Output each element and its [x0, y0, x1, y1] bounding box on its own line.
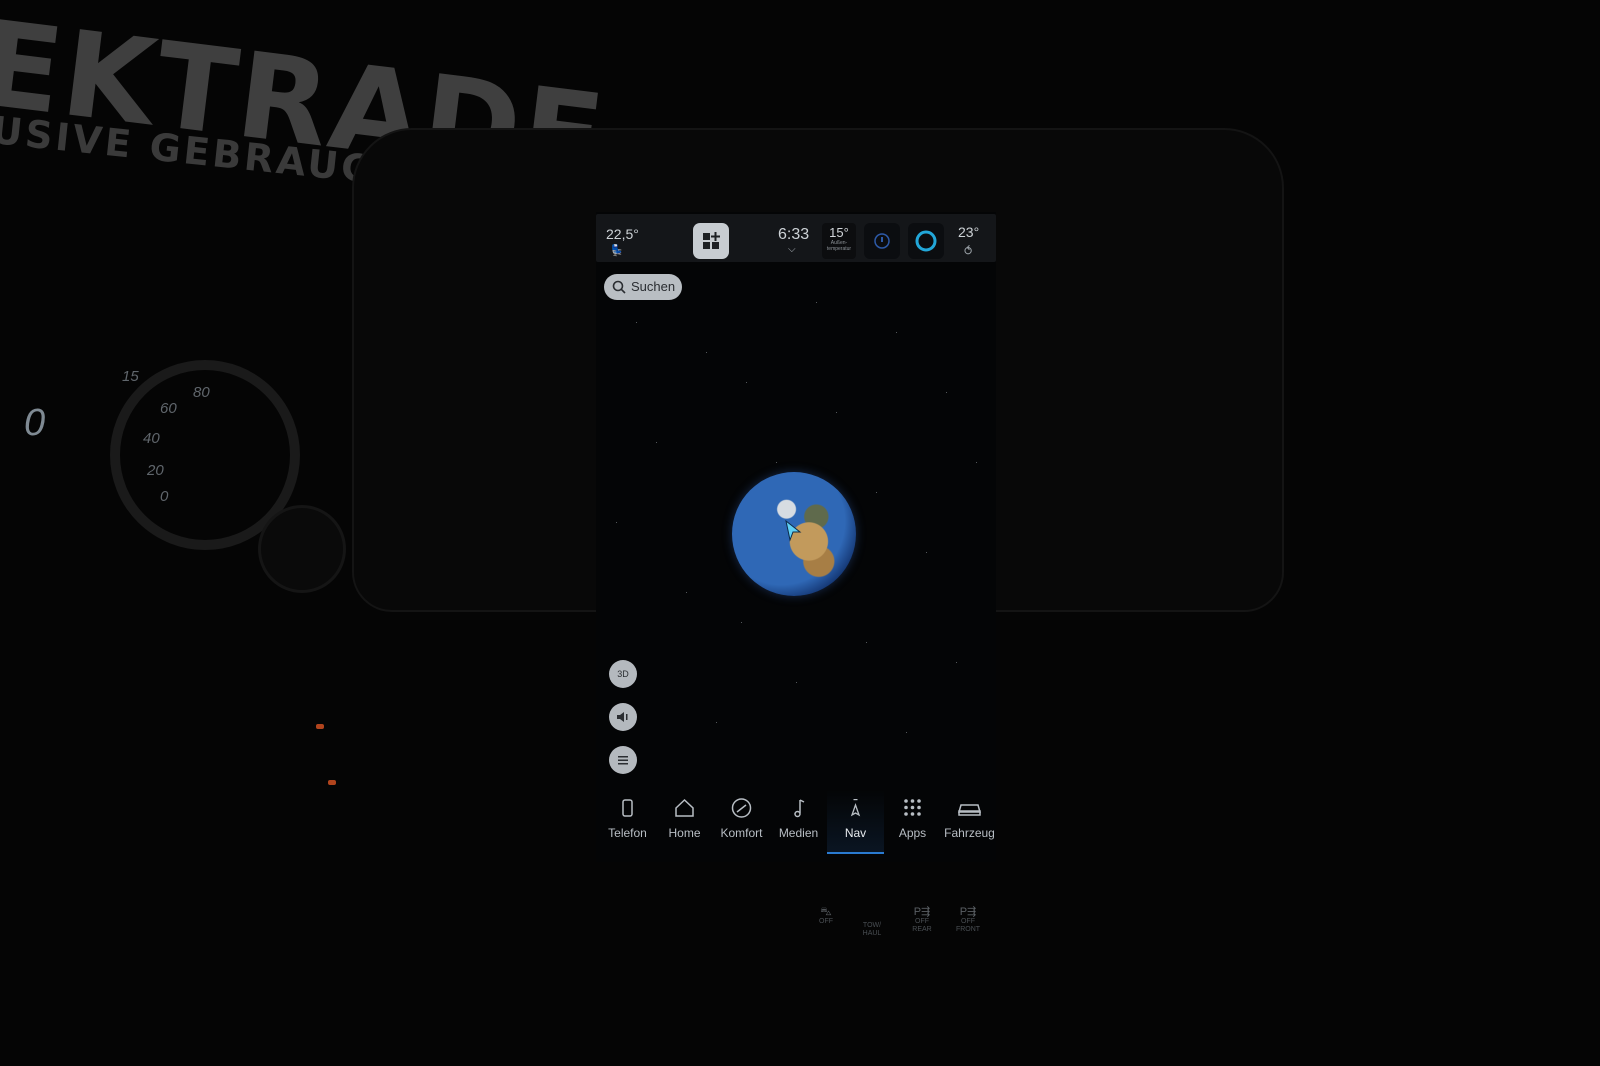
nav-label: Nav [844, 826, 867, 840]
music-note-icon [794, 799, 805, 818]
clock-value: 6:33 [778, 226, 810, 243]
tow-haul-switch[interactable]: TOW/ HAUL [852, 922, 892, 938]
profile-button[interactable] [864, 223, 900, 259]
alexa-button[interactable] [908, 223, 944, 259]
switch-label: OFF [961, 918, 975, 925]
switch-label: REAR [912, 926, 932, 933]
indicator-light [316, 724, 324, 729]
alexa-icon [915, 230, 937, 252]
status-bar: 22,5° 💺 6:33 ⌵ 15° Außen-temperatur 23° … [596, 214, 996, 262]
nav-label: Apps [898, 826, 927, 840]
outside-temp-label: Außen-temperatur [826, 240, 852, 252]
nav-arrow-icon [850, 799, 861, 817]
passenger-temp-value: 23° [958, 224, 980, 240]
hill-descent-icon: ⛍ [820, 906, 832, 918]
passenger-seat-icon: ⥀ [964, 244, 973, 258]
speaker-icon [617, 712, 628, 722]
gauge-number: 80 [193, 384, 210, 401]
view-mode-3d-label: 3D [617, 669, 629, 679]
voice-guidance-button[interactable] [609, 703, 637, 731]
outside-temperature: 15° Außen-temperatur [822, 223, 856, 259]
switch-label: FRONT [955, 926, 981, 933]
switch-label: HAUL [862, 930, 882, 937]
menu-icon [618, 756, 628, 765]
gauge-number: 0 [160, 488, 169, 505]
indicator-light [328, 780, 336, 785]
park-sense-front-switch[interactable]: P⇶ OFF FRONT [948, 906, 988, 934]
nav-item-medien[interactable]: Medien [770, 790, 827, 852]
nav-item-telefon[interactable]: Telefon [599, 790, 656, 852]
bottom-navigation-bar: Telefon Home Komfort Medien Nav Apps Fah… [596, 790, 998, 854]
navigation-map[interactable]: 3D [596, 262, 996, 782]
home-icon [675, 798, 694, 817]
nav-label: Fahrzeug [944, 826, 995, 840]
phone-icon [622, 799, 633, 817]
dashboard-knob [258, 505, 346, 593]
nav-item-apps[interactable]: Apps [884, 790, 941, 852]
comfort-icon [731, 798, 752, 818]
switch-label: TOW/ [862, 922, 882, 929]
nav-label: Telefon [608, 826, 647, 840]
chevron-down-icon: ⌵ [788, 244, 796, 255]
map-menu-button[interactable] [609, 746, 637, 774]
apps-grid-icon [904, 799, 921, 816]
switch-label: OFF [915, 918, 929, 925]
nav-label: Medien [778, 826, 819, 840]
gauge-number: 20 [147, 462, 164, 479]
gauge-number: 40 [143, 430, 160, 447]
physical-switch-panel: ⛍ OFF TOW/ HAUL P⇶ OFF REAR P⇶ OFF FRONT [800, 906, 1020, 968]
nav-item-home[interactable]: Home [656, 790, 713, 852]
hill-descent-switch[interactable]: ⛍ OFF [806, 906, 846, 926]
parking-sensor-icon: P⇶ [959, 906, 977, 918]
switch-label: OFF [819, 918, 833, 925]
vehicle-icon [958, 804, 981, 816]
driver-seat-icon: 💺 [610, 245, 624, 257]
driver-temp-value: 22,5° [606, 226, 639, 242]
park-sense-rear-switch[interactable]: P⇶ OFF REAR [902, 906, 942, 934]
infotainment-screen: 22,5° 💺 6:33 ⌵ 15° Außen-temperatur 23° … [596, 212, 996, 862]
nav-item-nav[interactable]: Nav [827, 790, 884, 854]
nav-label: Home [668, 826, 701, 840]
profile-icon [874, 233, 890, 249]
gauge-number: 15 [122, 368, 139, 385]
nav-item-komfort[interactable]: Komfort [713, 790, 770, 852]
widget-grid-icon [703, 232, 720, 249]
nav-item-fahrzeug[interactable]: Fahrzeug [941, 790, 998, 852]
current-position-icon [785, 520, 802, 542]
outside-temp-value: 15° [829, 225, 849, 240]
parking-sensor-icon: P⇶ [913, 906, 931, 918]
view-mode-3d-button[interactable]: 3D [609, 660, 637, 688]
cluster-speed: 0 [24, 402, 46, 444]
widget-grid-button[interactable] [693, 223, 729, 259]
nav-label: Komfort [720, 826, 763, 840]
gauge-number: 60 [160, 400, 177, 417]
